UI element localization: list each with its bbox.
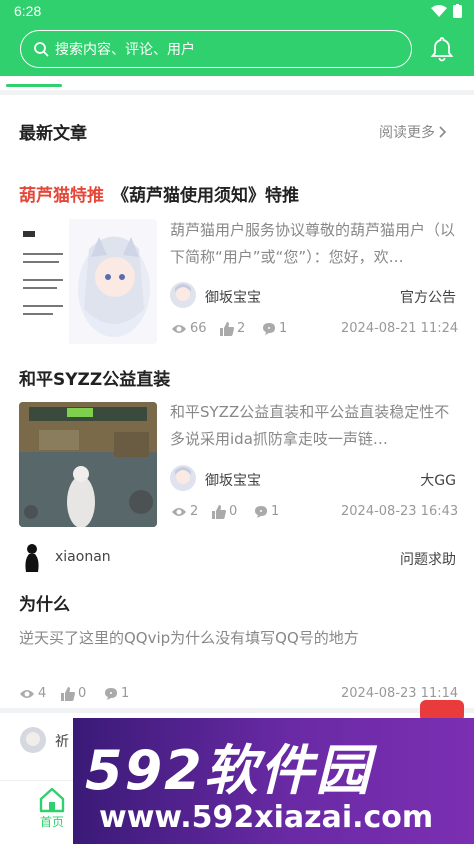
views-stat: 2 (171, 504, 198, 519)
likes-count: 0 (229, 504, 238, 519)
author-name[interactable]: xiaonan (55, 549, 111, 565)
article-title-text: 和平SYZZ公益直装 (19, 370, 171, 390)
views-stat: 4 (19, 686, 46, 701)
views-count: 2 (190, 504, 199, 519)
category-label[interactable]: 问题求助 (380, 549, 456, 569)
likes-stat[interactable]: 0 (61, 686, 86, 701)
comment-icon (263, 322, 275, 335)
post-date: 2024-08-23 11:14 (341, 686, 459, 701)
comments-stat[interactable]: 1 (104, 686, 129, 701)
article-thumbnail[interactable] (19, 219, 157, 344)
author-name[interactable]: 御坂宝宝 (205, 470, 261, 490)
read-more-label: 阅读更多 (379, 125, 435, 141)
watermark-url: www.592xiazai.com (99, 800, 434, 835)
views-count: 4 (38, 686, 47, 701)
post-title[interactable]: 为什么 (19, 590, 70, 615)
avatar[interactable] (20, 727, 46, 753)
status-bar: 6:28 (0, 0, 474, 24)
avatar[interactable] (170, 465, 196, 491)
eye-icon (20, 689, 34, 698)
likes-stat[interactable]: 2 (220, 321, 245, 336)
author-name[interactable]: 祈 (55, 731, 69, 751)
nav-home[interactable]: 首页 (38, 787, 66, 830)
comment-icon (255, 505, 267, 518)
comment-icon (105, 687, 117, 700)
avatar[interactable] (170, 282, 196, 308)
app-header: 搜索内容、评论、用户 (0, 24, 474, 76)
avatar[interactable] (20, 542, 44, 572)
thumbs-up-icon (61, 686, 75, 701)
watermark-brand: 592软件园 (85, 739, 372, 802)
thumbs-up-icon (212, 504, 226, 519)
read-more-link[interactable]: 阅读更多 (379, 122, 449, 142)
search-placeholder: 搜索内容、评论、用户 (55, 42, 195, 58)
article-title[interactable]: 葫芦猫特推 《葫芦猫使用须知》特推 (19, 181, 299, 206)
category-label[interactable]: 大GG (380, 470, 456, 490)
article-excerpt: 和平SYZZ公益直装和平公益直装稳定性不多说采用ida抓防拿走吱一声链… (170, 403, 450, 448)
article-thumbnail[interactable] (19, 402, 157, 527)
category-label[interactable]: 官方公告 (380, 287, 456, 307)
author-name[interactable]: 御坂宝宝 (205, 287, 261, 307)
views-stat: 66 (171, 321, 207, 336)
views-count: 66 (190, 321, 207, 336)
tab-strip (0, 76, 474, 95)
status-time: 6:28 (14, 3, 42, 19)
article-date: 2024-08-21 11:24 (341, 321, 459, 336)
comments-count: 1 (271, 504, 280, 519)
nav-home-label: 首页 (39, 815, 64, 829)
article-title[interactable]: 和平SYZZ公益直装 (19, 365, 170, 390)
battery-icon (453, 4, 462, 18)
comments-stat[interactable]: 1 (262, 321, 287, 336)
comments-count: 1 (279, 321, 288, 336)
article-date: 2024-08-23 16:43 (341, 504, 459, 519)
likes-stat[interactable]: 0 (212, 504, 237, 519)
article-title-text: 《葫芦猫使用须知》特推 (112, 186, 299, 206)
comments-stat[interactable]: 1 (254, 504, 279, 519)
thumbs-up-icon (220, 321, 234, 336)
status-icons (431, 4, 462, 18)
chevron-right-icon (439, 126, 447, 138)
likes-count: 0 (78, 686, 87, 701)
comments-count: 1 (121, 686, 130, 701)
likes-count: 2 (237, 321, 246, 336)
search-bar[interactable]: 搜索内容、评论、用户 (20, 30, 412, 68)
eye-icon (172, 324, 186, 333)
wifi-icon (431, 5, 447, 17)
home-icon (39, 787, 65, 813)
eye-icon (172, 507, 186, 516)
bell-icon[interactable] (430, 36, 454, 66)
article-tag: 葫芦猫特推 (19, 186, 104, 206)
section-divider (0, 708, 474, 713)
watermark-banner: 592软件园 www.592xiazai.com (73, 718, 474, 844)
tab-indicator (6, 84, 62, 87)
post-text: 逆天买了这里的QQvip为什么没有填写QQ号的地方 (19, 629, 359, 647)
search-icon (33, 41, 49, 57)
section-title: 最新文章 (19, 124, 87, 144)
article-excerpt: 葫芦猫用户服务协议尊敬的葫芦猫用户（以下简称“用户”或“您”）：您好，欢… (170, 221, 456, 266)
